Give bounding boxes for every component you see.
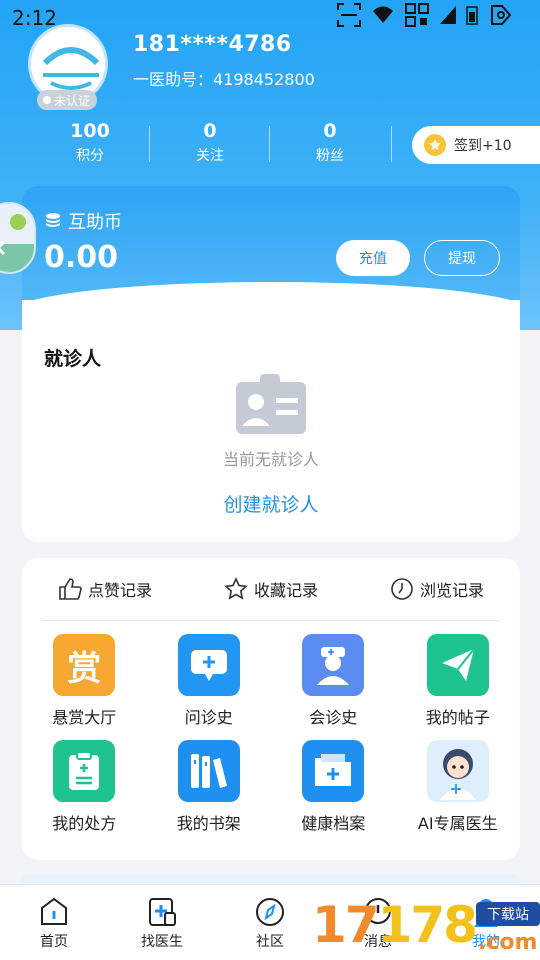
compass-icon bbox=[256, 898, 284, 926]
shield-icon bbox=[43, 96, 51, 104]
divider bbox=[269, 126, 270, 162]
grid-item-group-consult[interactable]: 会诊史 bbox=[271, 634, 396, 728]
signin-button[interactable]: 签到+10 bbox=[412, 126, 540, 164]
battery-icon bbox=[466, 6, 478, 25]
reward-glyph: 赏 bbox=[67, 648, 102, 689]
grid-item-my-posts[interactable]: 我的帖子 bbox=[396, 634, 521, 728]
watermark-logo: 17178 bbox=[312, 896, 478, 954]
user-id-label: 一医助号： bbox=[133, 70, 214, 89]
grid-item-consult-history[interactable]: 问诊史 bbox=[147, 634, 272, 728]
user-phone: 181****4786 bbox=[133, 32, 292, 57]
folder-plus-icon bbox=[302, 740, 365, 802]
grid-item-reward-hall[interactable]: 赏 悬赏大厅 bbox=[22, 634, 147, 728]
grid-label: 健康档案 bbox=[301, 814, 366, 833]
thumb-up-icon bbox=[59, 578, 82, 600]
stats-row: 100 积分 0 关注 0 粉丝 bbox=[30, 118, 420, 168]
records-row: 点赞记录 收藏记录 浏览记录 bbox=[22, 558, 520, 620]
menu-card: 点赞记录 收藏记录 浏览记录 赏 悬赏大厅 问诊史 会诊史 我的帖子 我的处方 … bbox=[22, 558, 520, 860]
record-history[interactable]: 浏览记录 bbox=[354, 558, 520, 620]
watermark-text-b: 178 bbox=[377, 896, 478, 954]
grid-label: 会诊史 bbox=[309, 708, 358, 727]
signin-label: 签到+10 bbox=[454, 138, 512, 154]
patient-title: 就诊人 bbox=[44, 348, 102, 370]
watermark-badge: 下载站 bbox=[476, 902, 540, 926]
reward-icon: 赏 bbox=[53, 634, 116, 696]
grid-label: 我的书架 bbox=[176, 814, 241, 833]
divider bbox=[391, 126, 392, 162]
grid-item-my-bookshelf[interactable]: 我的书架 bbox=[147, 740, 272, 834]
grid-item-ai-doctor[interactable]: AI专属医生 bbox=[396, 740, 521, 834]
record-label: 浏览记录 bbox=[419, 581, 484, 600]
clipboard-icon bbox=[53, 740, 116, 802]
clock-icon bbox=[391, 578, 413, 600]
tab-label: 首页 bbox=[40, 934, 68, 950]
create-patient-link[interactable]: 创建就诊人 bbox=[22, 490, 520, 517]
tab-home[interactable]: 首页 bbox=[0, 885, 108, 960]
grid-label: AI专属医生 bbox=[417, 814, 498, 833]
scan-icon[interactable] bbox=[336, 2, 362, 28]
user-id: 一医助号：4198452800 bbox=[133, 66, 315, 90]
verify-badge-label: 未认证 bbox=[54, 93, 91, 108]
stat-label: 粉丝 bbox=[316, 148, 344, 164]
tab-find-doctor[interactable]: 找医生 bbox=[108, 885, 216, 960]
settings-icon[interactable] bbox=[488, 2, 514, 28]
withdraw-button[interactable]: 提现 bbox=[424, 240, 500, 276]
coins-title: 互助币 bbox=[44, 208, 122, 234]
home-icon bbox=[41, 897, 67, 925]
tab-community[interactable]: 社区 bbox=[216, 885, 324, 960]
recharge-button[interactable]: 充值 bbox=[336, 240, 410, 276]
chat-plus-icon bbox=[177, 634, 240, 696]
record-label: 收藏记录 bbox=[253, 581, 318, 600]
watermark-text-a: 17 bbox=[312, 896, 380, 954]
grid-label: 我的处方 bbox=[52, 814, 117, 833]
grid-label: 问诊史 bbox=[184, 708, 233, 727]
wifi-icon bbox=[373, 6, 393, 23]
id-card-icon bbox=[234, 372, 308, 440]
tab-label: 找医生 bbox=[141, 934, 183, 950]
stat-fans[interactable]: 0 粉丝 bbox=[270, 118, 390, 168]
bookshelf-icon bbox=[177, 740, 240, 802]
grid-label: 悬赏大厅 bbox=[52, 708, 117, 727]
coins-stack-icon bbox=[46, 213, 60, 227]
user-id-value: 4198452800 bbox=[213, 70, 315, 89]
record-favorites[interactable]: 收藏记录 bbox=[188, 558, 354, 620]
floating-widget[interactable] bbox=[0, 202, 36, 274]
stat-label: 积分 bbox=[76, 148, 104, 164]
verify-badge[interactable]: 未认证 bbox=[37, 90, 98, 110]
grid-item-health-records[interactable]: 健康档案 bbox=[271, 740, 396, 834]
coins-card: 互助币 0.00 充值 提现 bbox=[22, 186, 520, 316]
ai-doctor-icon bbox=[426, 740, 489, 802]
star-coin-icon bbox=[424, 134, 446, 156]
stat-value: 0 bbox=[203, 120, 217, 142]
star-icon bbox=[224, 577, 248, 600]
status-icons bbox=[336, 2, 514, 28]
signal-icon bbox=[440, 6, 456, 24]
doctor-icon bbox=[302, 634, 365, 696]
qr-code-icon[interactable] bbox=[404, 2, 430, 28]
patient-empty-text: 当前无就诊人 bbox=[222, 450, 319, 469]
paper-plane-icon bbox=[426, 634, 489, 696]
stat-label: 关注 bbox=[196, 148, 224, 164]
find-doctor-icon bbox=[149, 898, 176, 926]
patient-card: 就诊人 当前无就诊人 创建就诊人 bbox=[22, 300, 520, 542]
coins-value: 0.00 bbox=[44, 240, 119, 275]
divider bbox=[149, 126, 150, 162]
divider bbox=[42, 620, 500, 621]
grid-item-my-prescriptions[interactable]: 我的处方 bbox=[22, 740, 147, 834]
feature-grid: 赏 悬赏大厅 问诊史 会诊史 我的帖子 我的处方 我的书架 健康档案 AI专属医… bbox=[22, 634, 520, 834]
record-likes[interactable]: 点赞记录 bbox=[22, 558, 188, 620]
watermark-domain: .com bbox=[478, 930, 538, 955]
stat-value: 100 bbox=[70, 120, 110, 142]
record-label: 点赞记录 bbox=[87, 581, 152, 600]
status-time: 2:12 bbox=[12, 6, 57, 30]
coins-title-label: 互助币 bbox=[68, 212, 122, 233]
grid-label: 我的帖子 bbox=[425, 708, 490, 727]
stat-points[interactable]: 100 积分 bbox=[30, 118, 150, 168]
stat-following[interactable]: 0 关注 bbox=[150, 118, 270, 168]
stat-value: 0 bbox=[323, 120, 337, 142]
tab-label: 社区 bbox=[256, 934, 284, 950]
